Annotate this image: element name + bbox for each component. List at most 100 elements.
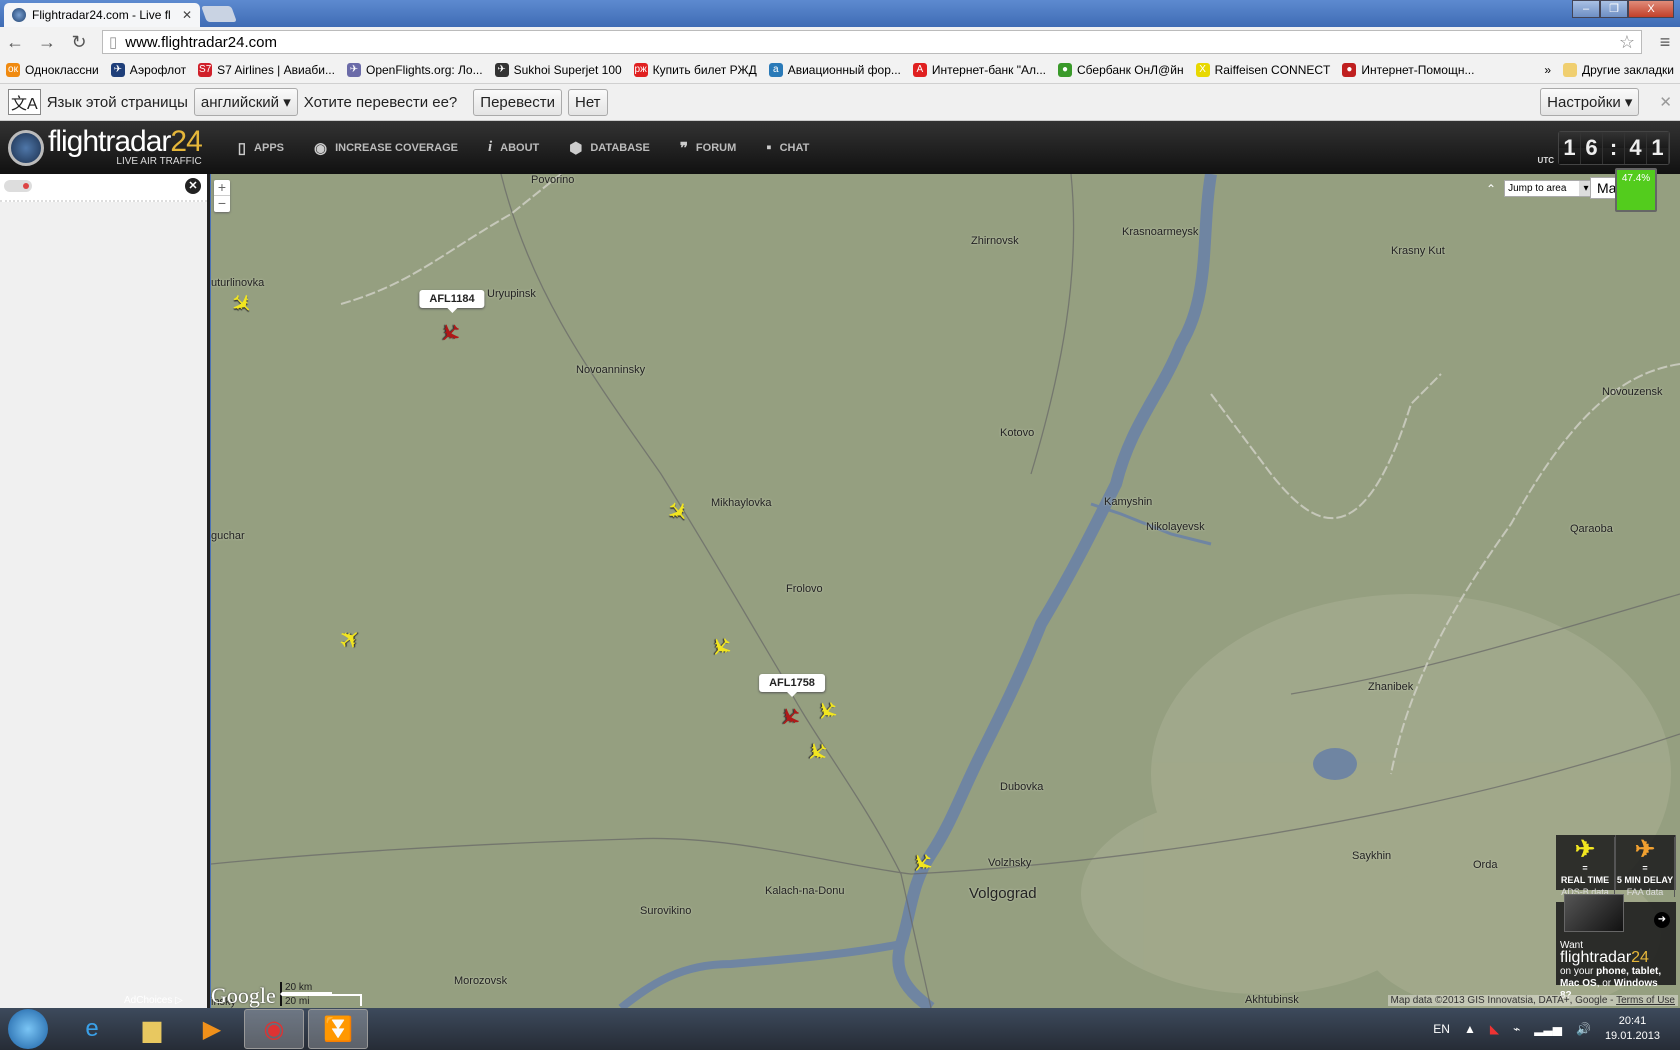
place-label: Krasny Kut bbox=[1391, 245, 1445, 257]
map-type-value: Ma bbox=[1597, 180, 1617, 196]
other-bookmarks[interactable]: Другие закладки bbox=[1563, 63, 1674, 77]
chat-bubble-icon: ▪ bbox=[766, 139, 772, 156]
menu-chat[interactable]: ▪ CHAT bbox=[766, 139, 809, 157]
show-hidden-icons[interactable]: ▲ bbox=[1464, 1022, 1476, 1036]
promo-text: on your bbox=[1560, 966, 1597, 977]
terms-link[interactable]: Terms of Use bbox=[1616, 995, 1675, 1006]
zoom-in-button[interactable]: + bbox=[214, 180, 230, 196]
place-label: Orda bbox=[1473, 859, 1498, 871]
new-tab-button[interactable] bbox=[201, 6, 237, 22]
settings-button[interactable]: Настройки ▾ bbox=[1540, 88, 1640, 116]
url-text: www.flightradar24.com bbox=[125, 33, 277, 51]
menu-forum[interactable]: ❞ FORUM bbox=[680, 139, 736, 157]
power-icon[interactable]: ⌁ bbox=[1513, 1022, 1520, 1036]
zoom-control: + − bbox=[214, 180, 230, 212]
site-header: flightradar24 LIVE AIR TRAFFIC ▯ APPS ◉ IN… bbox=[0, 121, 1680, 174]
flight-callsign-label[interactable]: AFL1758 bbox=[759, 674, 825, 697]
tab-strip bbox=[0, 0, 1680, 27]
menu-apps[interactable]: ▯ APPS bbox=[238, 139, 284, 157]
adchoices-link[interactable]: AdChoices ▷ bbox=[124, 995, 183, 1006]
downloader-icon[interactable]: ⏬ bbox=[308, 1009, 368, 1049]
bookmark-item[interactable]: ● Сбербанк ОнЛ@йн bbox=[1057, 63, 1184, 77]
tray-date: 19.01.2013 bbox=[1604, 1030, 1660, 1042]
arrow-right-icon[interactable]: ➜ bbox=[1654, 912, 1670, 928]
place-label: Surovikino bbox=[640, 905, 692, 917]
radar-globe-icon bbox=[8, 129, 44, 166]
jump-to-area: ⌃ Jump to area bbox=[1486, 180, 1595, 197]
bookmark-item[interactable]: S7 S7 Airlines | Авиаби... bbox=[198, 63, 335, 77]
place-label: Novouzensk bbox=[1602, 386, 1663, 398]
bookmark-item[interactable]: ✈ Sukhoi Superjet 100 bbox=[494, 63, 622, 77]
back-icon[interactable]: ← bbox=[6, 32, 24, 53]
panel-close-icon[interactable]: ✕ bbox=[185, 178, 201, 194]
place-label: Akhtubinsk bbox=[1245, 994, 1299, 1006]
translate-button[interactable]: Перевести bbox=[473, 88, 562, 116]
language-indicator[interactable]: EN bbox=[1433, 1022, 1450, 1036]
promo-brand-num: 24 bbox=[1631, 949, 1649, 966]
ie-icon[interactable]: e bbox=[62, 1009, 122, 1049]
language-value: английский bbox=[200, 94, 280, 111]
bookmark-item[interactable]: ● Интернет-Помощн... bbox=[1342, 63, 1474, 77]
menu-label: INCREASE COVERAGE bbox=[335, 141, 458, 154]
logo[interactable]: flightradar24 LIVE AIR TRAFFIC bbox=[8, 125, 203, 167]
quote-icon: ❞ bbox=[679, 139, 688, 157]
address-bar[interactable]: ▯ www.flightradar24.com ☆ bbox=[102, 30, 1642, 54]
no-button[interactable]: Нет bbox=[567, 88, 608, 116]
menu-icon[interactable]: ≡ bbox=[1656, 32, 1674, 53]
flight-callsign-label[interactable]: AFL1184 bbox=[419, 290, 485, 313]
minimize-button[interactable]: – bbox=[1572, 0, 1600, 18]
forward-icon[interactable]: → bbox=[38, 32, 56, 53]
bookmark-label: Интернет-Помощн... bbox=[1361, 63, 1475, 77]
bookmark-favicon-icon: X bbox=[1195, 63, 1210, 77]
place-label: Frolovo bbox=[786, 583, 823, 595]
mobile-promo[interactable]: ➜ Want flightradar24 on your phone, tabl… bbox=[1556, 894, 1676, 1001]
browser-toolbar: ← → ↻ ▯ www.flightradar24.com ☆ ≡ bbox=[0, 27, 1680, 57]
logo-number: 24 bbox=[170, 125, 202, 158]
menu-database[interactable]: ⬢ DATABASE bbox=[569, 139, 650, 157]
bookmark-favicon-icon: ✈ bbox=[110, 63, 125, 77]
reload-icon[interactable]: ↻ bbox=[70, 32, 88, 53]
menu-increase-coverage[interactable]: ◉ INCREASE COVERAGE bbox=[314, 139, 458, 157]
tray-clock[interactable]: 20:41 19.01.2013 bbox=[1605, 1014, 1660, 1044]
place-label: Krasnoarmeysk bbox=[1122, 226, 1199, 238]
bookmark-item[interactable]: A Интернет-банк "Ал... bbox=[912, 63, 1046, 77]
devices-image bbox=[1564, 894, 1624, 932]
panel-toggle[interactable] bbox=[4, 180, 32, 192]
jump-to-area-select[interactable]: Jump to area bbox=[1504, 180, 1595, 197]
bookmark-item[interactable]: X Raiffeisen CONNECT bbox=[1195, 63, 1330, 77]
google-logo[interactable]: Google bbox=[211, 983, 276, 1009]
bookmark-item[interactable]: a Авиационный фор... bbox=[768, 63, 901, 77]
bookmark-item[interactable]: ок Одноклассни bbox=[6, 63, 99, 77]
volume-icon[interactable]: 🔊 bbox=[1576, 1022, 1591, 1036]
zoom-out-button[interactable]: − bbox=[214, 196, 230, 212]
translate-bar: 文A Язык этой страницы английский ▾ Хотит… bbox=[0, 84, 1680, 121]
bookmark-item[interactable]: ✈ OpenFlights.org: Ло... bbox=[346, 63, 483, 77]
restore-button[interactable]: ❐ bbox=[1600, 0, 1628, 18]
signal-icon[interactable]: ▂▃▅ bbox=[1534, 1022, 1562, 1036]
bookmark-star-icon[interactable]: ☆ bbox=[1619, 32, 1635, 53]
media-player-icon[interactable]: ▶ bbox=[182, 1009, 242, 1049]
bookmark-favicon-icon: ● bbox=[1342, 63, 1357, 77]
tab-close-icon[interactable]: ✕ bbox=[182, 8, 192, 22]
bookmarks-more-button[interactable]: » bbox=[1544, 63, 1551, 77]
language-select[interactable]: английский ▾ bbox=[193, 88, 298, 116]
place-label: Volzhsky bbox=[988, 857, 1032, 869]
bookmark-label: Авиационный фор... bbox=[787, 63, 901, 77]
start-button[interactable] bbox=[8, 1009, 48, 1049]
menu-about[interactable]: i ABOUT bbox=[488, 139, 539, 157]
close-window-button[interactable]: X bbox=[1628, 0, 1674, 18]
bookmark-item[interactable]: ✈ Аэрофлот bbox=[110, 63, 186, 77]
bookmark-favicon-icon: S7 bbox=[198, 63, 213, 77]
tab-flightradar[interactable]: Flightradar24.com - Live fl ✕ bbox=[4, 3, 200, 27]
legend-eq: = bbox=[1616, 861, 1675, 873]
collapse-up-icon[interactable]: ⌃ bbox=[1486, 182, 1496, 196]
chrome-icon[interactable]: ◉ bbox=[244, 1009, 304, 1049]
promo-text: Mac OS bbox=[1560, 978, 1597, 989]
map[interactable]: Povorino uturlinovka Uryupinsk Novoanninsky… bbox=[211, 174, 1680, 1008]
place-label: Novoanninsky bbox=[576, 364, 646, 376]
page-language-label: Язык этой страницы bbox=[46, 93, 188, 111]
antivirus-icon[interactable]: ◣ bbox=[1490, 1022, 1499, 1036]
bookmark-item[interactable]: рж Купить билет РЖД bbox=[633, 63, 757, 77]
translate-close-icon[interactable]: ✕ bbox=[1659, 93, 1672, 111]
explorer-icon[interactable]: ▆ bbox=[122, 1009, 182, 1049]
